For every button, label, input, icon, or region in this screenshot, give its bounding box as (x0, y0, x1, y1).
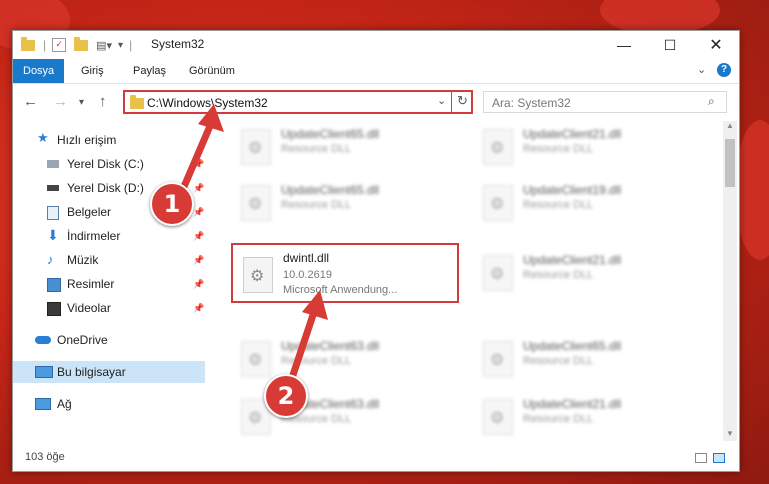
arrow-2-shaft (288, 308, 318, 382)
arrow-2-head (302, 290, 328, 320)
arrow-1-head (198, 104, 224, 132)
annotation-arrows (176, 104, 328, 382)
callout-2: 2 (264, 374, 308, 418)
callout-1: 1 (150, 182, 194, 226)
